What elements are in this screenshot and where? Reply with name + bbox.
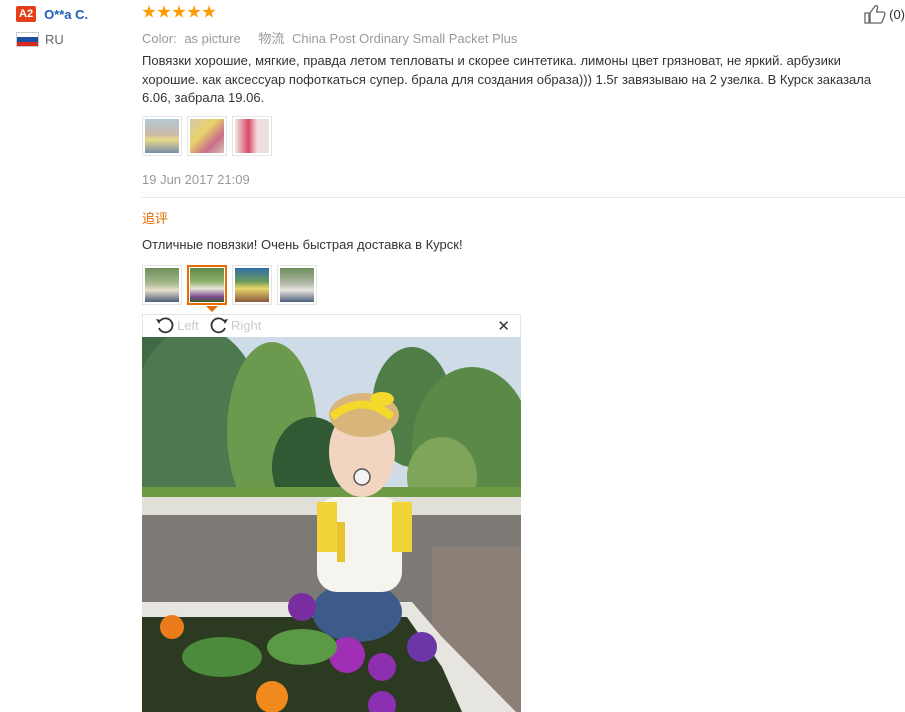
- user-row: A2 O**a C.: [16, 6, 126, 22]
- close-icon[interactable]: ✕: [497, 317, 510, 335]
- followup-thumbnails: [142, 265, 317, 305]
- thumb-up-icon: [864, 4, 886, 24]
- followup-photo-thumb[interactable]: [277, 265, 317, 305]
- star-icon: [142, 5, 156, 18]
- review-body: (0) Color: as picture 物流 China Post Ordi…: [142, 0, 905, 712]
- reviewer-info: A2 O**a C. RU: [16, 6, 126, 47]
- review-photo-thumb[interactable]: [187, 116, 227, 156]
- star-icon: [187, 5, 201, 18]
- star-icon: [202, 5, 216, 18]
- followup-photo-thumb-active[interactable]: [187, 265, 227, 305]
- rotate-right-button[interactable]: Right: [209, 316, 261, 334]
- active-thumb-pointer: [206, 306, 218, 312]
- star-icon: [172, 5, 186, 18]
- level-badge: A2: [16, 6, 37, 22]
- star-rating: [142, 5, 216, 19]
- helpful-button[interactable]: (0): [863, 4, 905, 24]
- rotate-left-button[interactable]: Left: [155, 316, 199, 334]
- rotate-right-label: Right: [231, 317, 262, 333]
- review-meta: Color: as picture 物流 China Post Ordinary…: [142, 28, 517, 47]
- helpful-count: (0): [889, 6, 905, 22]
- review-thumbnails: [142, 116, 272, 156]
- followup-text: Отличные повязки! Очень быстрая доставка…: [142, 237, 463, 252]
- country-code: RU: [45, 32, 64, 47]
- divider: [142, 197, 905, 198]
- shipping-value: China Post Ordinary Small Packet Plus: [291, 31, 518, 46]
- flag-ru-icon: [16, 32, 39, 47]
- color-value: as picture: [184, 31, 241, 46]
- viewer-toolbar: Left Right ✕: [142, 314, 521, 337]
- rotate-left-icon: [156, 317, 174, 334]
- photo-image: [142, 337, 521, 712]
- country-row: RU: [16, 32, 126, 47]
- review-date: 19 Jun 2017 21:09: [142, 172, 250, 187]
- followup-label: 追评: [142, 211, 169, 226]
- username[interactable]: O**a C.: [44, 7, 88, 22]
- followup-photo-thumb[interactable]: [142, 265, 182, 305]
- enlarged-review-photo: [142, 337, 521, 712]
- image-viewer: Left Right ✕: [142, 314, 521, 712]
- review-text-line: хорошие. как аксессуар пофоткаться супер…: [142, 71, 872, 87]
- rotate-right-icon: [210, 317, 228, 334]
- review-text-line: 6.06, забрала 19.06.: [142, 90, 265, 105]
- review-photo-thumb[interactable]: [142, 116, 182, 156]
- rotate-left-label: Left: [177, 317, 199, 333]
- star-icon: [157, 5, 171, 18]
- shipping-label: 物流: [258, 31, 285, 46]
- review-text-line: Повязки хорошие, мягкие, правда летом те…: [142, 53, 841, 68]
- color-label: Color:: [142, 31, 177, 46]
- review-text: Повязки хорошие, мягкие, правда летом те…: [142, 52, 902, 108]
- review-photo-thumb[interactable]: [232, 116, 272, 156]
- followup-photo-thumb[interactable]: [232, 265, 272, 305]
